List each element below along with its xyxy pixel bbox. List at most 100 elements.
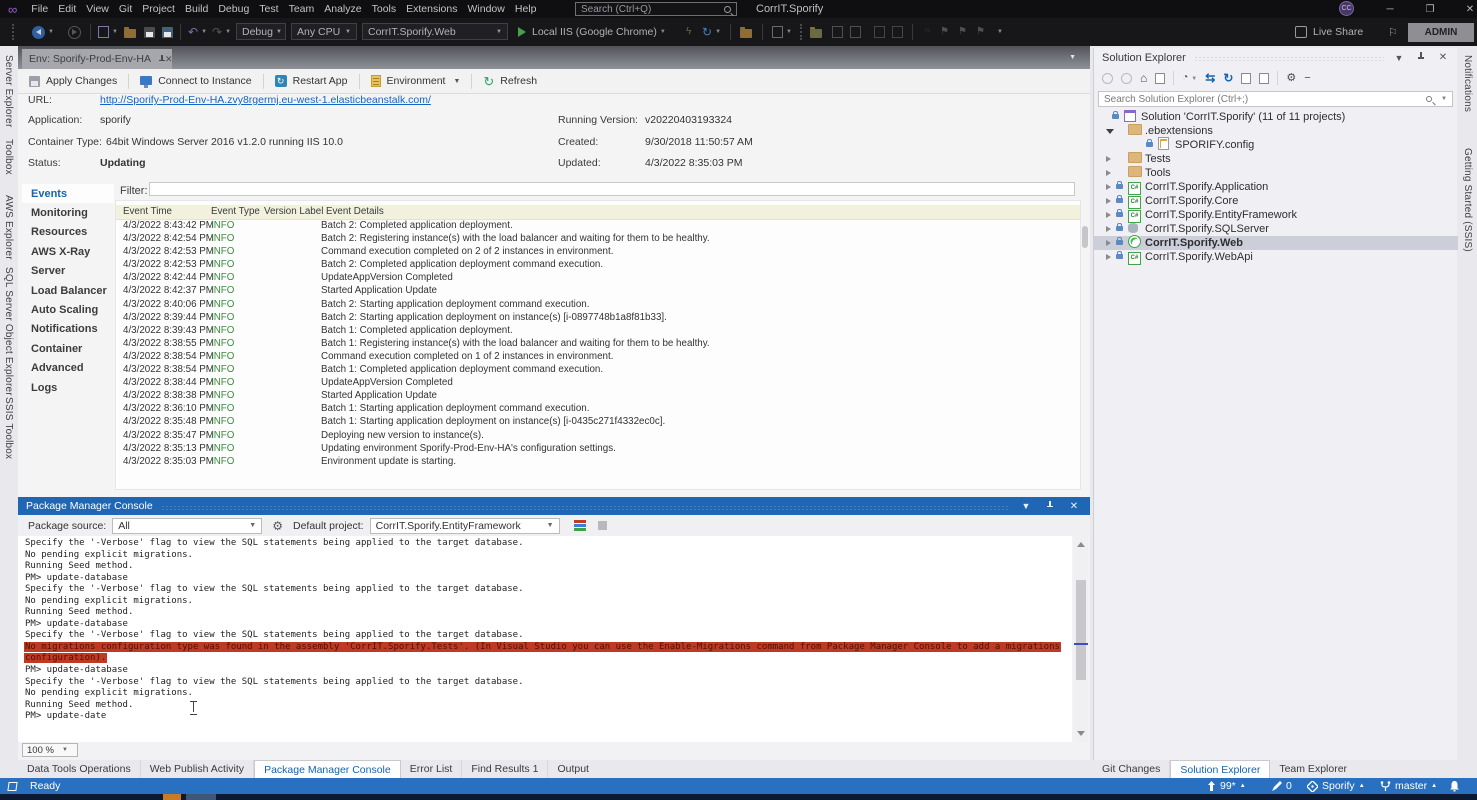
- menu-item[interactable]: Help: [510, 3, 542, 15]
- env-nav-item[interactable]: Monitoring: [22, 203, 114, 222]
- live-share-label[interactable]: Live Share: [1313, 26, 1363, 38]
- navigate-back-icon[interactable]: [32, 26, 45, 39]
- event-row[interactable]: 4/3/2022 8:39:44 PM INFO Batch 2: Starti…: [116, 312, 1080, 325]
- panel-tab[interactable]: Solution Explorer: [1170, 760, 1270, 778]
- show-all-files-icon[interactable]: [1259, 73, 1269, 84]
- connect-to-instance-button[interactable]: Connect to Instance: [129, 69, 262, 93]
- close-icon[interactable]: ✕: [1066, 501, 1082, 512]
- package-source-dropdown[interactable]: All▼: [112, 518, 262, 534]
- search-input[interactable]: Search (Ctrl+Q): [575, 2, 737, 16]
- sidebar-tab-sql-server-object-explorer[interactable]: SQL Server Object Explorer: [3, 267, 14, 396]
- expander-icon[interactable]: [1106, 223, 1116, 235]
- toolbar-grip[interactable]: [12, 24, 15, 40]
- expander-icon[interactable]: [1106, 209, 1116, 221]
- pin-icon[interactable]: [1414, 52, 1428, 63]
- undo-icon[interactable]: ↶: [188, 26, 198, 38]
- tree-item[interactable]: Tools: [1094, 166, 1458, 180]
- close-button[interactable]: ✕: [1450, 0, 1477, 18]
- redo-icon[interactable]: ↷: [212, 26, 222, 38]
- event-row[interactable]: 4/3/2022 8:38:44 PM INFO UpdateAppVersio…: [116, 377, 1080, 390]
- sidebar-tab-aws-explorer[interactable]: AWS Explorer: [3, 195, 14, 260]
- tree-item[interactable]: Tests: [1094, 152, 1458, 166]
- event-row[interactable]: 4/3/2022 8:38:54 PM INFO Command executi…: [116, 351, 1080, 364]
- env-nav-item[interactable]: Events: [22, 184, 114, 203]
- admin-button[interactable]: ADMIN: [1408, 23, 1474, 42]
- pending-edits[interactable]: 0: [1272, 778, 1292, 794]
- panel-tab[interactable]: Team Explorer: [1270, 760, 1356, 778]
- bottom-tab[interactable]: Output: [548, 760, 598, 778]
- bottom-tab[interactable]: Package Manager Console: [254, 760, 401, 778]
- feedback-icon[interactable]: ⚐: [1388, 26, 1398, 39]
- save-all-icon[interactable]: [162, 27, 173, 38]
- tree-item[interactable]: Solution 'CorrIT.Sporify' (11 of 11 proj…: [1094, 110, 1458, 124]
- document-scrollbar[interactable]: [1082, 226, 1088, 248]
- tree-item[interactable]: CorrIT.Sporify.Core: [1094, 194, 1458, 208]
- menu-item[interactable]: Team: [284, 3, 320, 15]
- tree-item[interactable]: CorrIT.Sporify.Application: [1094, 180, 1458, 194]
- sidebar-tab-getting-started[interactable]: Getting Started (SSIS): [1462, 148, 1473, 252]
- tab-close-icon[interactable]: ✕: [165, 54, 173, 65]
- event-row[interactable]: 4/3/2022 8:35:48 PM INFO Batch 1: Starti…: [116, 416, 1080, 429]
- window-position-icon[interactable]: ▼: [1018, 501, 1034, 511]
- sidebar-tab-ssis-toolbox[interactable]: SSIS Toolbox: [3, 397, 14, 459]
- collapse-all-icon[interactable]: −: [1304, 73, 1310, 84]
- expander-icon[interactable]: [1106, 195, 1116, 207]
- properties-icon[interactable]: ⚙: [1286, 73, 1296, 84]
- env-nav-item[interactable]: Container: [22, 339, 114, 358]
- restart-app-button[interactable]: ↻Restart App: [264, 69, 359, 93]
- default-project-dropdown[interactable]: CorrIT.Sporify.EntityFramework▼: [370, 518, 560, 534]
- minimize-button[interactable]: ─: [1370, 0, 1410, 18]
- event-row[interactable]: 4/3/2022 8:40:06 PM INFO Batch 2: Starti…: [116, 299, 1080, 312]
- env-nav-item[interactable]: Server: [22, 262, 114, 281]
- environment-url-link[interactable]: http://Sporify-Prod-Env-HA.zvy8rgermj.eu…: [100, 94, 431, 106]
- env-nav-item[interactable]: Advanced: [22, 359, 114, 378]
- menu-item[interactable]: Build: [180, 3, 213, 15]
- save-icon[interactable]: [144, 27, 155, 38]
- document-tab[interactable]: Env: Sporify-Prod-Env-HA ✕: [22, 49, 172, 69]
- bottom-tab[interactable]: Find Results 1: [462, 760, 548, 778]
- sidebar-tab-server-explorer[interactable]: Server Explorer: [3, 55, 14, 127]
- open-folder-icon[interactable]: [124, 29, 136, 38]
- filter-input[interactable]: [149, 182, 1075, 196]
- environment-dropdown-button[interactable]: Environment▼: [360, 69, 472, 93]
- push-status[interactable]: 99*▲: [1207, 778, 1246, 794]
- expander-icon[interactable]: [1106, 125, 1116, 137]
- event-row[interactable]: 4/3/2022 8:38:54 PM INFO Batch 1: Comple…: [116, 364, 1080, 377]
- switch-views-icon[interactable]: [1155, 73, 1165, 84]
- tab-overflow-icon[interactable]: ▼: [1069, 54, 1076, 61]
- tree-item[interactable]: CorrIT.Sporify.SQLServer: [1094, 222, 1458, 236]
- menu-item[interactable]: Test: [254, 3, 283, 15]
- event-row[interactable]: 4/3/2022 8:43:42 PM INFO Batch 2: Comple…: [116, 220, 1080, 233]
- bookmark-icon[interactable]: ⚑: [922, 27, 932, 38]
- col-version-label[interactable]: Version Label: [264, 206, 323, 217]
- apply-changes-button[interactable]: Apply Changes: [18, 69, 128, 93]
- menu-item[interactable]: View: [81, 3, 114, 15]
- tree-item[interactable]: CorrIT.Sporify.Web: [1094, 236, 1458, 250]
- start-debugging-icon[interactable]: [518, 27, 526, 37]
- zoom-control[interactable]: 100 %▼: [22, 743, 78, 757]
- navigate-forward-icon[interactable]: [68, 26, 81, 39]
- maximize-button[interactable]: ❐: [1410, 0, 1450, 18]
- expander-icon[interactable]: [1106, 181, 1116, 193]
- pin-icon[interactable]: [1042, 501, 1058, 512]
- event-row[interactable]: 4/3/2022 8:42:37 PM INFO Started Applica…: [116, 285, 1080, 298]
- refresh-icon[interactable]: ↻: [1223, 72, 1233, 84]
- event-row[interactable]: 4/3/2022 8:35:47 PM INFO Deploying new v…: [116, 430, 1080, 443]
- menu-item[interactable]: Debug: [213, 3, 254, 15]
- event-row[interactable]: 4/3/2022 8:38:55 PM INFO Batch 1: Regist…: [116, 338, 1080, 351]
- menu-item[interactable]: File: [26, 3, 53, 15]
- package-source-settings-icon[interactable]: ⚙: [272, 519, 283, 533]
- clear-console-icon[interactable]: [574, 520, 586, 531]
- col-event-details[interactable]: Event Details: [326, 206, 384, 217]
- home-icon[interactable]: ⌂: [1140, 72, 1147, 84]
- event-row[interactable]: 4/3/2022 8:38:38 PM INFO Started Applica…: [116, 390, 1080, 403]
- col-event-type[interactable]: Event Type: [211, 206, 260, 217]
- run-target-label[interactable]: Local IIS (Google Chrome): [532, 26, 657, 38]
- tree-item[interactable]: CorrIT.Sporify.WebApi: [1094, 250, 1458, 264]
- menu-item[interactable]: Project: [137, 3, 180, 15]
- expander-icon[interactable]: [1106, 153, 1116, 165]
- pending-changes-filter-icon[interactable]: ◔▼: [1182, 73, 1197, 83]
- platform-dropdown[interactable]: Any CPU▼: [291, 23, 357, 40]
- bottom-tab[interactable]: Data Tools Operations: [18, 760, 141, 778]
- new-file-icon[interactable]: [98, 26, 109, 38]
